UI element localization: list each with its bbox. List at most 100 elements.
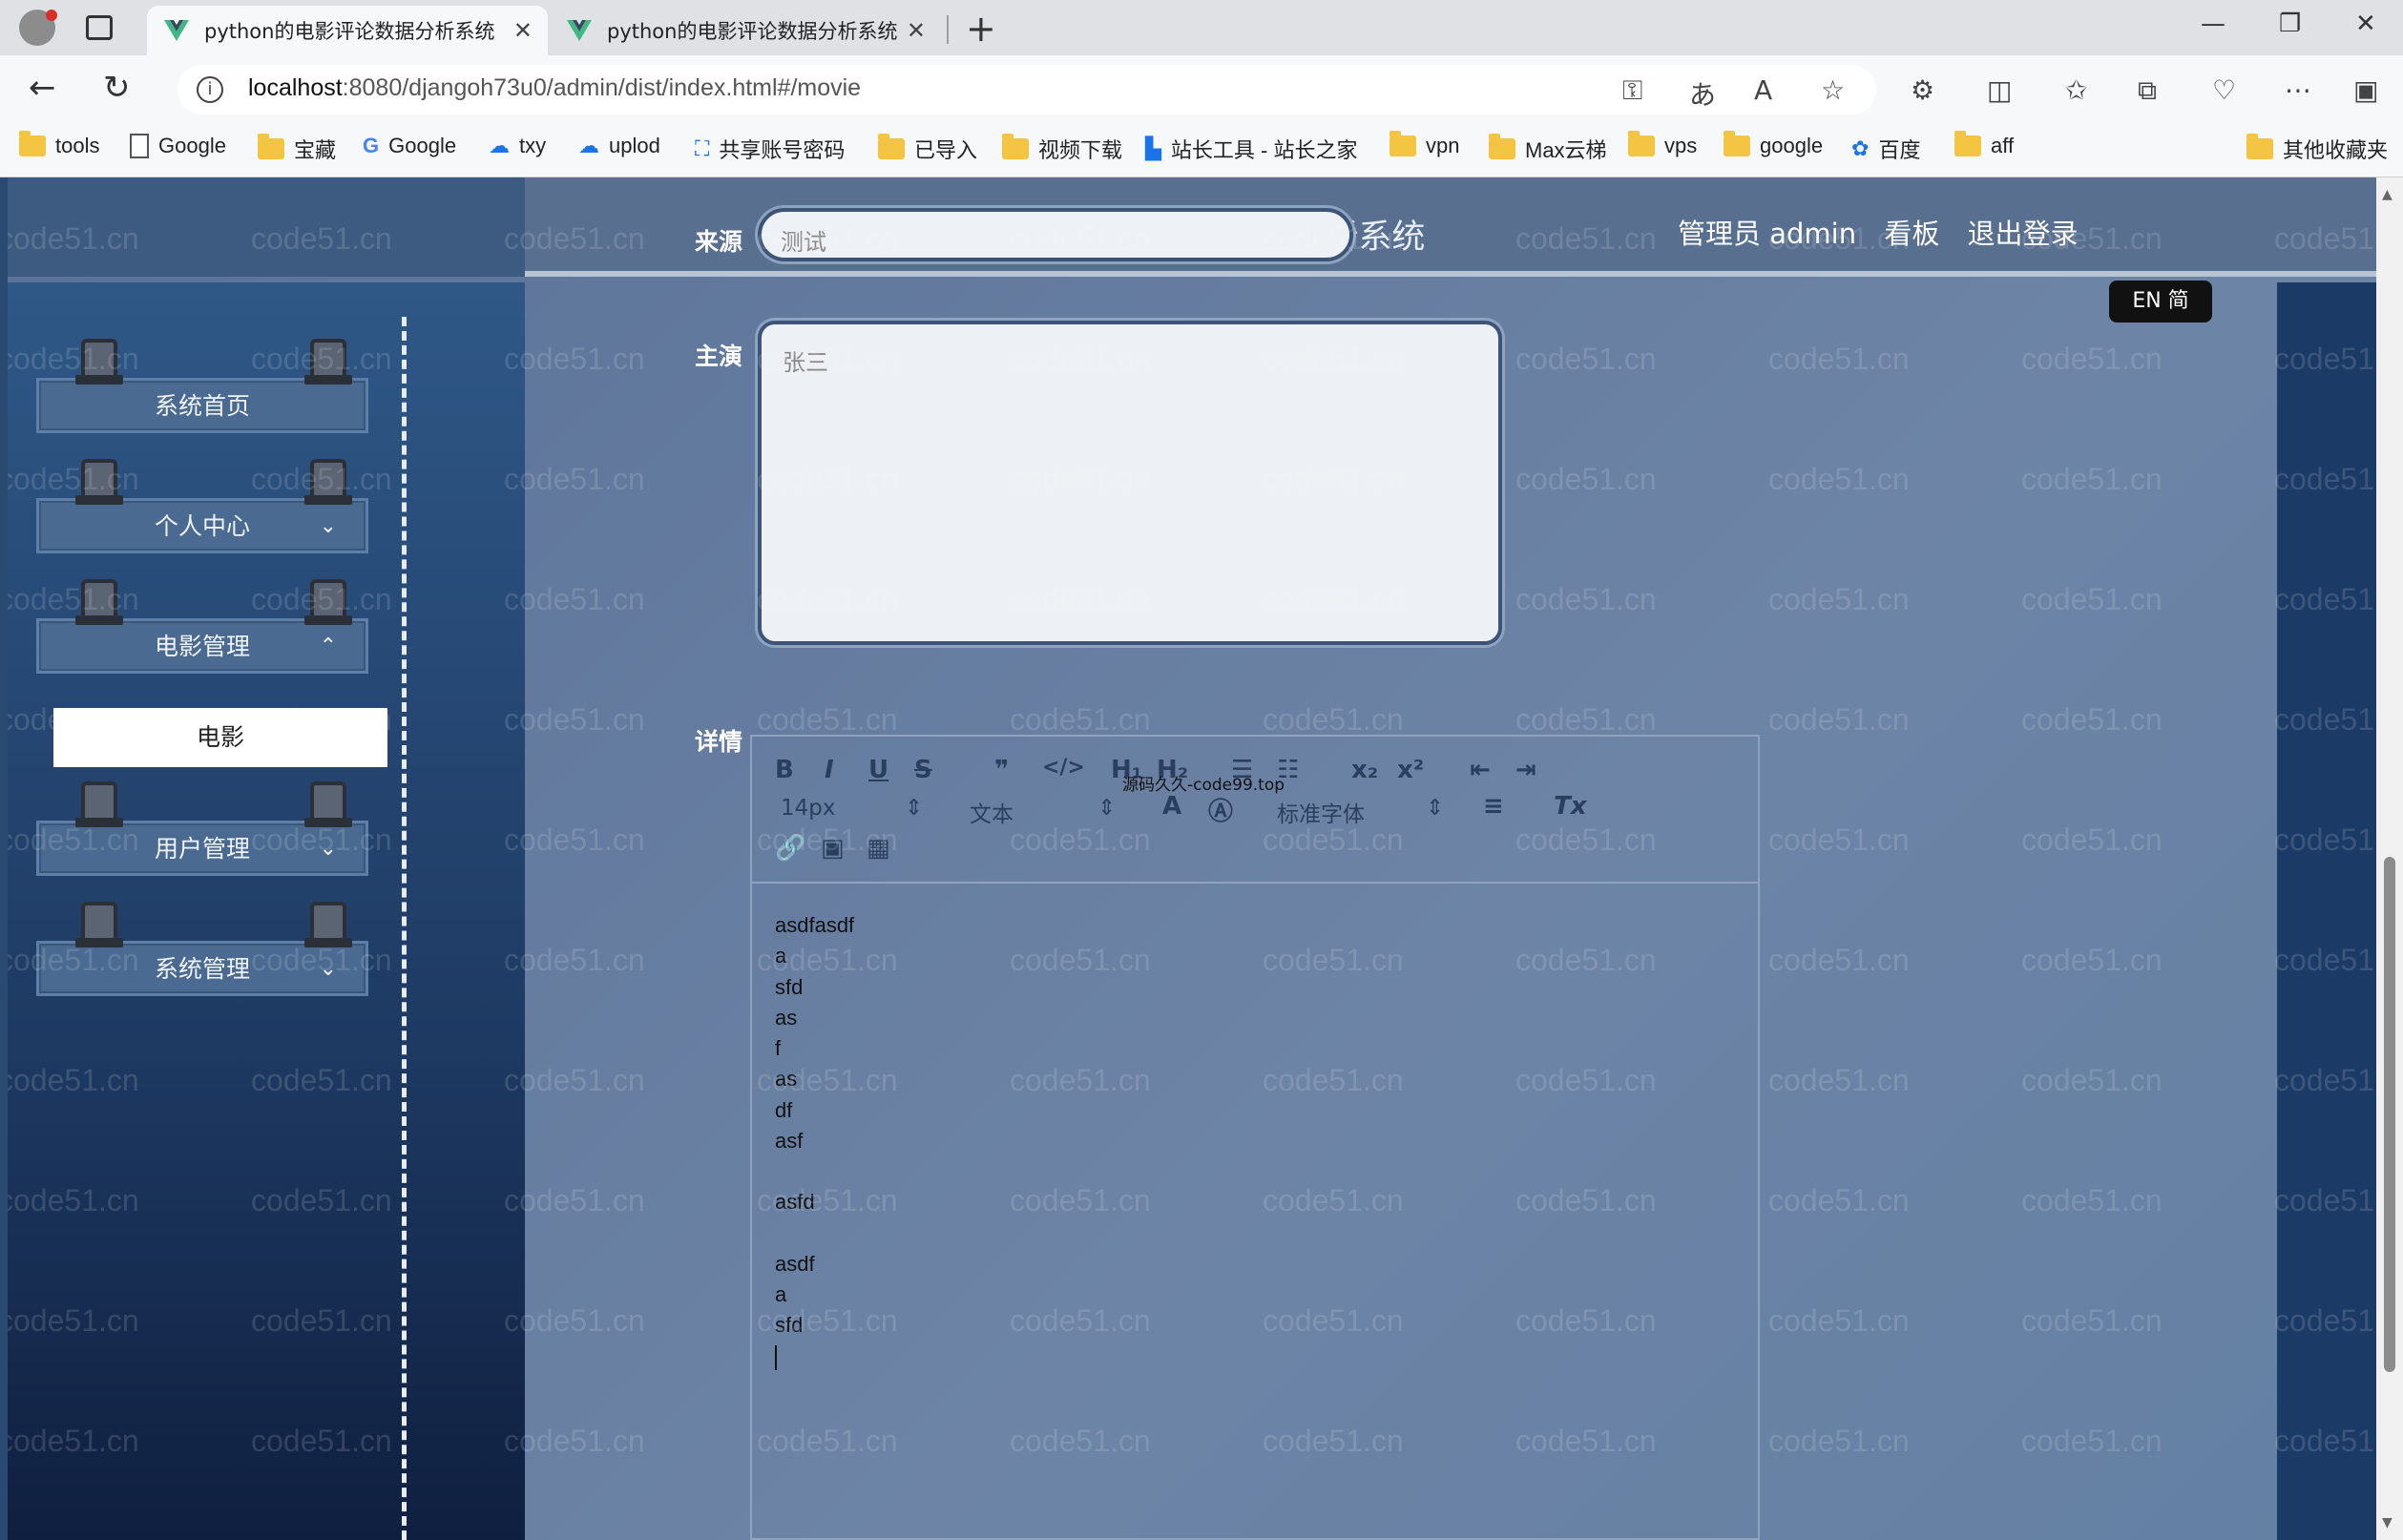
editor-line: sfd [775,1313,804,1338]
clip-icon [75,459,123,505]
scroll-up-icon[interactable]: ▲ [2382,187,2393,202]
background-color-icon[interactable]: Ⓐ [1208,792,1233,827]
sidebar-item-profile[interactable]: 个人中心 ⌄ [36,459,368,553]
health-icon[interactable]: ♡ [2212,74,2236,106]
video-icon[interactable]: ▦ [867,834,890,863]
sidebar-item-label: 系统首页 [154,392,250,420]
folder-icon [19,131,46,156]
folder-icon [1724,131,1750,156]
bookmark-max-ladder[interactable]: Max云梯 [1489,134,1607,164]
bookmark-aff[interactable]: aff [1954,131,2014,158]
language-toggle-button[interactable]: EN 简 [2109,281,2212,323]
indent-icon[interactable]: ⇥ [1515,756,1536,784]
right-panel-strip [2277,282,2376,1540]
subscript-icon[interactable]: x₂ [1351,756,1378,784]
vue-logo-icon [164,20,189,41]
collections-icon[interactable]: ⧉ [2138,74,2157,107]
link-icon[interactable]: 🔗 [775,834,805,863]
tab-actions-icon[interactable] [86,15,113,40]
underline-icon[interactable]: U [868,756,888,784]
favorite-star-icon[interactable]: ☆ [1821,74,1845,106]
site-info-icon[interactable]: i [197,76,223,103]
bookmark-video-download[interactable]: 视频下载 [1002,134,1122,164]
new-tab-icon[interactable]: + [966,8,996,50]
superscript-icon[interactable]: x² [1397,756,1424,784]
outdent-icon[interactable]: ⇤ [1470,756,1491,784]
close-tab-icon[interactable]: ✕ [513,17,533,44]
editor-line: as [775,1067,798,1092]
clear-format-icon[interactable]: Tx [1554,792,1587,821]
sidebar-item-user-management[interactable]: 用户管理 ⌄ [36,781,368,876]
blockquote-icon[interactable]: ❞ [994,756,1009,784]
sidebar-item-system-management[interactable]: 系统管理 ⌄ [36,902,368,996]
page-scrollbar[interactable]: ▲ ▼ [2376,177,2403,1540]
bookmark-baozang[interactable]: 宝藏 [258,134,336,164]
profile-icon[interactable] [19,10,57,46]
bookmark-vps[interactable]: vps [1628,131,1697,158]
paragraph-select[interactable]: 文本 [970,796,1013,828]
browser-tab[interactable]: python的电影评论数据分析系统 ✕ [550,6,941,55]
sidebar-item-movie-management[interactable]: 电影管理 ⌃ [36,579,368,674]
actor-textarea[interactable]: 张三 [758,321,1502,645]
browser-tab-active[interactable]: python的电影评论数据分析系统 ✕ [147,6,548,55]
bookmark-google-page[interactable]: Google [130,134,226,158]
bookmark-vpn[interactable]: vpn [1390,131,1459,158]
dashboard-link[interactable]: 看板 [1884,218,1939,250]
bookmark-imported[interactable]: 已导入 [878,134,977,164]
bold-icon[interactable]: B [775,756,794,784]
sidebar-toggle-icon[interactable]: ▣ [2353,74,2378,106]
app-page: python的电影评论数据分析系统 管理员 admin 看板 退出登录 EN 简… [8,177,2376,1540]
close-window-icon[interactable]: ✕ [2355,10,2376,38]
bookmark-txy[interactable]: ☁ txy [489,134,546,158]
sidebar-item-label: 系统管理 [154,955,250,983]
font-size-select[interactable]: 14px [781,796,835,821]
scroll-thumb[interactable] [2384,857,2395,1372]
url-text[interactable]: localhost:8080/djangoh73u0/admin/dist/in… [248,74,861,102]
italic-icon[interactable]: I [825,756,834,784]
extensions-icon[interactable]: ⚙ [1911,74,1934,106]
app-icon: ⛶ [695,136,710,160]
folder-icon [1489,134,1515,159]
folder-icon [1954,131,1981,156]
read-aloud-icon[interactable]: A [1754,74,1772,106]
editor-line: a [775,944,787,968]
baidu-icon: ✿ [1851,136,1870,160]
strikethrough-icon[interactable]: S [914,756,932,784]
translate-icon[interactable]: あ [1689,74,1716,113]
bookmark-tools[interactable]: tools [19,131,99,158]
back-icon[interactable]: ← [29,69,56,107]
split-screen-icon[interactable]: ◫ [1987,74,2012,106]
scroll-down-icon[interactable]: ▼ [2382,1515,2393,1530]
more-icon[interactable]: ⋯ [2285,74,2311,106]
sidebar-subitem-movie[interactable]: 电影 [53,708,387,767]
editor-line: f [775,1036,782,1061]
font-family-select[interactable]: 标准字体 [1277,796,1365,828]
bookmark-google[interactable]: G Google [363,134,456,158]
bookmark-webmaster-tools[interactable]: ▙ 站长工具 - 站长之家 [1145,134,1357,164]
editor-content[interactable]: asdfasdf a sfd as f as df asf asfd asdf … [775,910,854,1372]
font-color-icon[interactable]: A [1162,792,1181,821]
close-tab-icon[interactable]: ✕ [907,17,926,44]
key-icon[interactable]: ⚿ [1622,74,1642,107]
image-icon[interactable]: ▣ [821,834,845,863]
minimize-icon[interactable]: — [2201,10,2225,38]
align-icon[interactable]: ≡ [1483,792,1504,821]
bookmark-baidu[interactable]: ✿ 百度 [1851,134,1920,164]
logout-link[interactable]: 退出登录 [1968,218,2079,250]
editor-line: asdf [775,1251,815,1276]
cloud-icon: ☁ [489,134,510,157]
clip-icon [75,339,123,385]
code-block-icon[interactable]: </> [1042,756,1085,780]
favorites-list-icon[interactable]: ✩ [2065,74,2087,106]
chevron-down-icon: ⌄ [319,957,337,981]
editor-line: as [775,1005,798,1030]
bookmark-shared-accounts[interactable]: ⛶ 共享账号密码 [695,134,845,164]
bookmark-uplod[interactable]: ☁ uplod [578,134,660,158]
bookmark-other[interactable]: 其他收藏夹 [2246,134,2388,164]
bookmark-google-folder[interactable]: google [1724,131,1823,158]
sidebar-item-home[interactable]: 系统首页 [36,339,368,433]
folder-icon [1628,131,1655,156]
restore-icon[interactable]: ❐ [2279,10,2301,38]
source-input[interactable]: 测试 [758,208,1353,261]
reload-icon[interactable]: ↻ [103,69,131,107]
